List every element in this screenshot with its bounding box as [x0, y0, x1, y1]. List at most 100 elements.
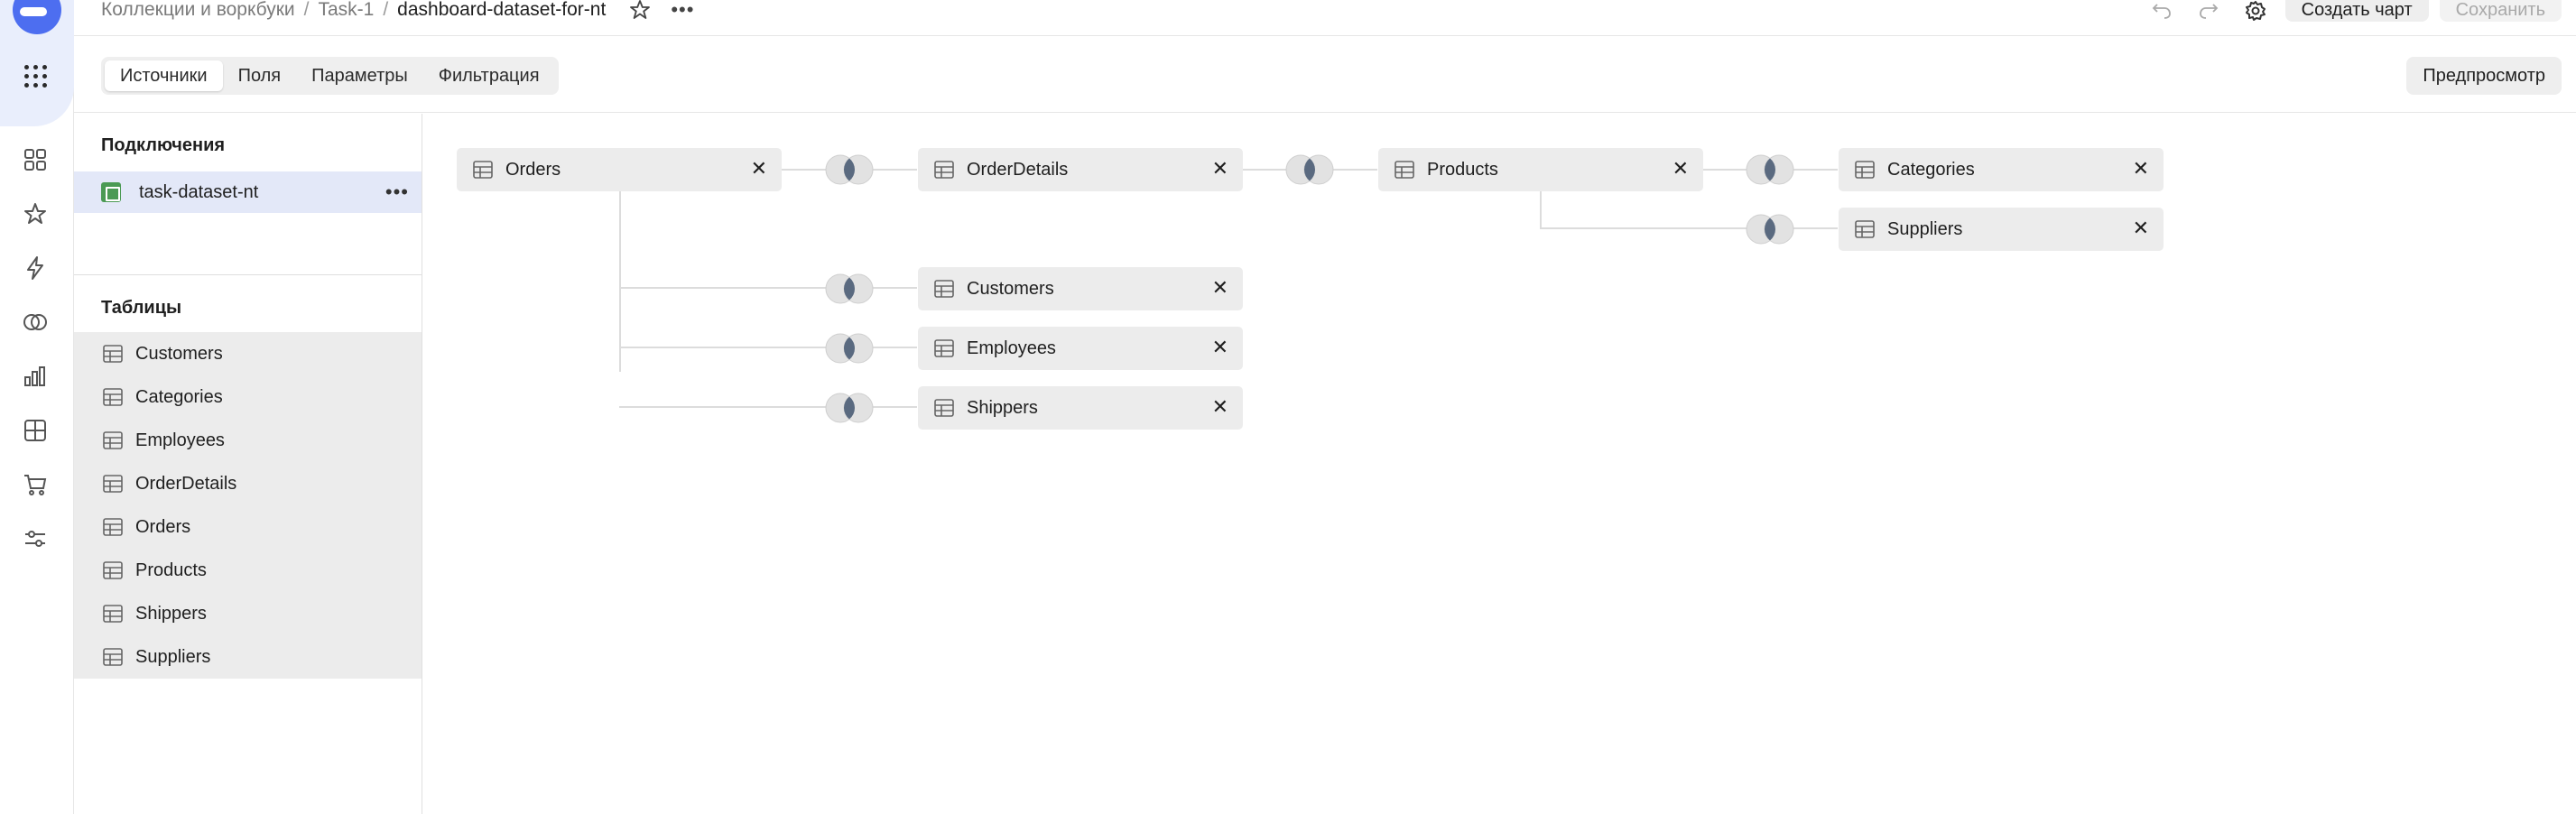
save-button[interactable]: Сохранить	[2439, 0, 2562, 22]
undo-icon[interactable]	[2146, 0, 2177, 22]
join-type-icon[interactable]	[1741, 213, 1799, 245]
table-list-item[interactable]: Orders	[74, 505, 422, 549]
close-icon[interactable]: ✕	[2133, 159, 2149, 179]
table-icon	[934, 280, 954, 298]
source-node[interactable]: Customers ✕	[918, 267, 1243, 310]
table-list-item[interactable]: Categories	[74, 375, 422, 419]
tab-filtering[interactable]: Фильтрация	[423, 60, 555, 91]
table-label: Orders	[135, 516, 191, 537]
table-label: Categories	[135, 386, 223, 407]
dashboards-icon[interactable]	[22, 146, 49, 173]
table-icon	[103, 605, 123, 623]
rail-header	[0, 0, 74, 126]
top-header: Коллекции и воркбуки / Task-1 / dashboar…	[74, 0, 2576, 36]
table-icon	[103, 345, 123, 363]
source-node[interactable]: Orders ✕	[457, 148, 782, 191]
source-node[interactable]: OrderDetails ✕	[918, 148, 1243, 191]
lightning-icon[interactable]	[22, 254, 49, 282]
table-icon	[473, 161, 493, 179]
gear-icon[interactable]	[2240, 0, 2271, 22]
divider	[74, 274, 422, 275]
close-icon[interactable]: ✕	[1212, 397, 1228, 417]
close-icon[interactable]: ✕	[1212, 159, 1228, 179]
source-node-label: Orders	[505, 159, 561, 180]
datasets-icon[interactable]	[22, 309, 49, 336]
close-icon[interactable]: ✕	[751, 159, 767, 179]
tab-sources[interactable]: Источники	[105, 60, 223, 91]
table-list-item[interactable]: Customers	[74, 332, 422, 375]
table-list-item[interactable]: Products	[74, 549, 422, 592]
cart-icon[interactable]	[22, 471, 49, 498]
join-type-icon[interactable]	[820, 392, 878, 424]
grid-icon[interactable]	[22, 417, 49, 444]
close-icon[interactable]: ✕	[2133, 218, 2149, 238]
source-node[interactable]: Products ✕	[1378, 148, 1703, 191]
table-list-item[interactable]: OrderDetails	[74, 462, 422, 505]
join-type-icon[interactable]	[1741, 153, 1799, 186]
tab-group: Источники Поля Параметры Фильтрация	[101, 57, 559, 95]
source-node-label: Customers	[967, 278, 1054, 299]
source-node[interactable]: Categories ✕	[1839, 148, 2164, 191]
redo-icon[interactable]	[2193, 0, 2224, 22]
star-icon[interactable]	[22, 200, 49, 227]
source-node-label: OrderDetails	[967, 159, 1069, 180]
table-icon	[103, 475, 123, 493]
breadcrumb-current: dashboard-dataset-for-nt	[397, 0, 607, 20]
close-icon[interactable]: ✕	[1212, 338, 1228, 357]
close-icon[interactable]: ✕	[1673, 159, 1689, 179]
table-icon	[1395, 161, 1414, 179]
breadcrumb-separator: /	[383, 0, 389, 20]
apps-icon[interactable]	[24, 65, 48, 88]
table-icon	[103, 561, 123, 579]
tables-title: Таблицы	[101, 298, 182, 318]
source-node-label: Shippers	[967, 397, 1038, 418]
favorite-star-icon[interactable]	[629, 0, 651, 20]
breadcrumb-collections[interactable]: Коллекции и воркбуки	[101, 0, 295, 21]
tab-fields[interactable]: Поля	[223, 60, 297, 91]
source-node-label: Products	[1427, 159, 1498, 180]
tab-parameters[interactable]: Параметры	[296, 60, 423, 91]
join-type-icon[interactable]	[820, 332, 878, 365]
table-label: OrderDetails	[135, 473, 237, 494]
relation-line	[619, 169, 621, 372]
create-chart-button[interactable]: Создать чарт	[2284, 0, 2429, 22]
settings-sliders-icon[interactable]	[22, 525, 49, 552]
toolbar: Источники Поля Параметры Фильтрация Пред…	[74, 37, 2576, 113]
source-node-label: Employees	[967, 338, 1056, 358]
table-icon	[1855, 220, 1875, 238]
table-icon	[934, 161, 954, 179]
join-type-icon[interactable]	[1281, 153, 1339, 186]
table-icon	[934, 399, 954, 417]
table-icon	[103, 648, 123, 666]
table-label: Products	[135, 560, 207, 580]
left-rail	[0, 0, 74, 814]
preview-button[interactable]: Предпросмотр	[2406, 57, 2562, 95]
table-label: Customers	[135, 343, 223, 364]
source-node-label: Suppliers	[1887, 218, 1963, 239]
more-icon[interactable]: •••	[385, 180, 409, 204]
table-icon	[934, 339, 954, 357]
table-list-item[interactable]: Employees	[74, 419, 422, 462]
more-icon[interactable]: •••	[671, 0, 694, 20]
close-icon[interactable]: ✕	[1212, 278, 1228, 298]
tables-list: Customers Categories Employees OrderDetails…	[74, 332, 422, 679]
charts-icon[interactable]	[22, 363, 49, 390]
sources-sidebar: Подключения task-dataset-nt ••• Таблицы …	[74, 114, 422, 814]
connections-title: Подключения	[101, 135, 226, 155]
source-node[interactable]: Shippers ✕	[918, 386, 1243, 430]
table-label: Employees	[135, 430, 225, 450]
logo[interactable]	[13, 0, 61, 34]
join-type-icon[interactable]	[820, 153, 878, 186]
connection-icon	[101, 182, 121, 202]
table-list-item[interactable]: Shippers	[74, 592, 422, 635]
table-list-item[interactable]: Suppliers	[74, 635, 422, 679]
table-icon	[103, 388, 123, 406]
source-node[interactable]: Employees ✕	[918, 327, 1243, 370]
connection-item[interactable]: task-dataset-nt •••	[74, 171, 422, 213]
breadcrumb-separator: /	[303, 0, 310, 20]
breadcrumb-task[interactable]: Task-1	[318, 0, 374, 21]
source-node[interactable]: Suppliers ✕	[1839, 208, 2164, 251]
table-icon	[103, 431, 123, 449]
join-type-icon[interactable]	[820, 273, 878, 305]
table-label: Suppliers	[135, 646, 211, 667]
